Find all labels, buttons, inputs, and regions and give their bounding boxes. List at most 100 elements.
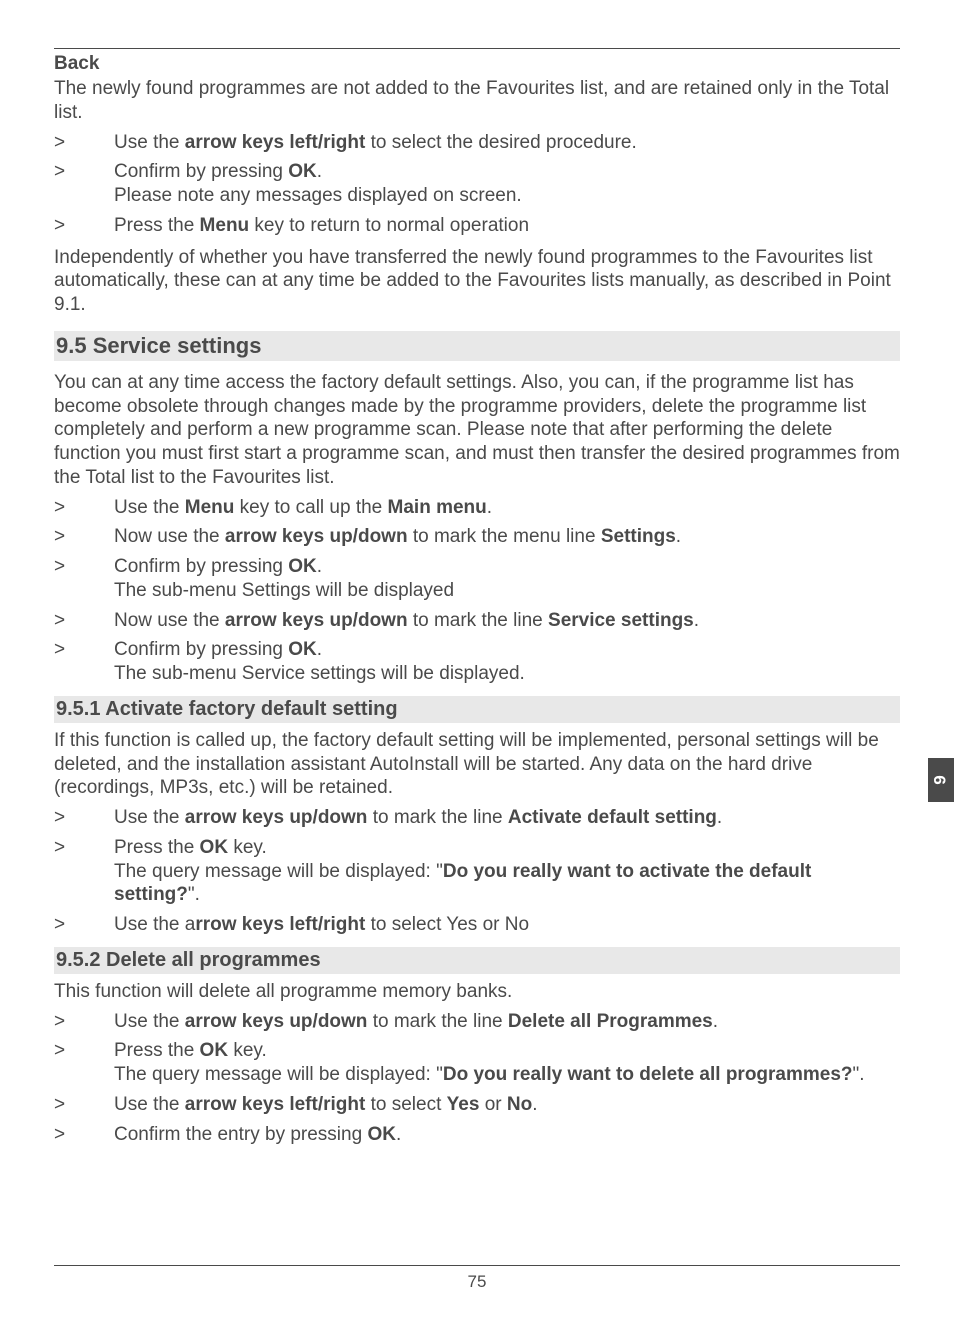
bullet-marker: > bbox=[54, 836, 114, 860]
text: to mark the line bbox=[367, 807, 507, 828]
text: Use the bbox=[114, 1011, 185, 1032]
text: Now use the bbox=[114, 610, 225, 631]
s95-intro: You can at any time access the factory d… bbox=[54, 371, 900, 490]
bullet-marker: > bbox=[54, 638, 114, 662]
bold-text: Yes bbox=[447, 1094, 480, 1115]
text: Confirm by pressing bbox=[114, 161, 288, 182]
bold-text: Menu bbox=[185, 497, 235, 518]
heading-9-5-1: 9.5.1 Activate factory default setting bbox=[54, 696, 900, 723]
text: to select the desired procedure. bbox=[365, 132, 636, 153]
text: Press the bbox=[114, 837, 200, 858]
bullet-marker: > bbox=[54, 1010, 114, 1034]
text: Use the bbox=[114, 132, 185, 153]
s952-intro: This function will delete all programme … bbox=[54, 980, 900, 1004]
bullet-marker: > bbox=[54, 913, 114, 937]
bold-text: arrow keys up/down bbox=[225, 526, 408, 547]
bullet-marker: > bbox=[54, 131, 114, 155]
bullet-text: Confirm the entry by pressing OK. bbox=[114, 1123, 900, 1147]
bold-text: arrow keys left/right bbox=[185, 132, 366, 153]
bullet-text: Confirm by pressing OK. Please note any … bbox=[114, 160, 900, 208]
text: . bbox=[532, 1094, 537, 1115]
bullet-marker: > bbox=[54, 160, 114, 184]
bullet-text: Use the arrow keys left/right to select … bbox=[114, 913, 900, 937]
bullet-text: Now use the arrow keys up/down to mark t… bbox=[114, 525, 900, 549]
text: The query message will be displayed: " bbox=[114, 861, 443, 882]
text: Use the bbox=[114, 807, 185, 828]
list-item: > Use the arrow keys left/right to selec… bbox=[54, 131, 900, 155]
text: key to return to normal operation bbox=[249, 215, 529, 236]
bullet-marker: > bbox=[54, 609, 114, 633]
text: Press the bbox=[114, 1040, 200, 1061]
back-outro: Independently of whether you have transf… bbox=[54, 246, 900, 317]
bullet-marker: > bbox=[54, 1039, 114, 1063]
top-rule bbox=[54, 48, 900, 49]
list-item: > Confirm by pressing OK. Please note an… bbox=[54, 160, 900, 208]
bold-text: OK bbox=[288, 639, 317, 660]
list-item: > Confirm by pressing OK. The sub-menu S… bbox=[54, 638, 900, 686]
heading-9-5: 9.5 Service settings bbox=[54, 331, 900, 361]
bullet-text: Use the arrow keys up/down to mark the l… bbox=[114, 1010, 900, 1034]
bold-text: Activate default setting bbox=[508, 807, 717, 828]
page-number: 75 bbox=[468, 1272, 487, 1291]
bullet-text: Press the OK key. The query message will… bbox=[114, 836, 900, 907]
text: Confirm the entry by pressing bbox=[114, 1124, 367, 1145]
bullet-text: Now use the arrow keys up/down to mark t… bbox=[114, 609, 900, 633]
bullet-marker: > bbox=[54, 806, 114, 830]
text: to select Yes or No bbox=[365, 914, 529, 935]
text: ". bbox=[853, 1064, 865, 1085]
bullet-text: Confirm by pressing OK. The sub-menu Set… bbox=[114, 555, 900, 603]
text: . bbox=[676, 526, 681, 547]
text: . bbox=[713, 1011, 718, 1032]
bold-text: Delete all Programmes bbox=[508, 1011, 713, 1032]
text: . bbox=[317, 161, 322, 182]
s951-intro: If this function is called up, the facto… bbox=[54, 729, 900, 800]
list-item: > Use the arrow keys left/right to selec… bbox=[54, 1093, 900, 1117]
text: . bbox=[317, 639, 322, 660]
bold-text: OK bbox=[200, 837, 229, 858]
text: The sub-menu Service settings will be di… bbox=[114, 663, 525, 684]
bold-text: OK bbox=[288, 556, 317, 577]
list-item: > Press the OK key. The query message wi… bbox=[54, 1039, 900, 1087]
bold-text: Main menu bbox=[388, 497, 487, 518]
text: . bbox=[694, 610, 699, 631]
bold-text: OK bbox=[367, 1124, 396, 1145]
bold-text: No bbox=[507, 1094, 532, 1115]
text: ". bbox=[188, 884, 200, 905]
list-item: > Use the arrow keys up/down to mark the… bbox=[54, 806, 900, 830]
text: Please note any messages displayed on sc… bbox=[114, 185, 522, 206]
list-item: > Press the OK key. The query message wi… bbox=[54, 836, 900, 907]
section-tab-label: 9 bbox=[931, 775, 951, 784]
bullet-text: Confirm by pressing OK. The sub-menu Ser… bbox=[114, 638, 900, 686]
text: or bbox=[479, 1094, 506, 1115]
bold-text: arrow keys up/down bbox=[225, 610, 408, 631]
text: Confirm by pressing bbox=[114, 556, 288, 577]
bullet-text: Use the Menu key to call up the Main men… bbox=[114, 496, 900, 520]
bold-text: Do you really want to delete all program… bbox=[443, 1064, 853, 1085]
text: . bbox=[487, 497, 492, 518]
list-item: > Now use the arrow keys up/down to mark… bbox=[54, 525, 900, 549]
bullet-text: Use the arrow keys left/right to select … bbox=[114, 1093, 900, 1117]
bold-text: Service settings bbox=[548, 610, 694, 631]
bullet-marker: > bbox=[54, 214, 114, 238]
bold-text: arrow keys up/down bbox=[185, 1011, 368, 1032]
bullet-marker: > bbox=[54, 1123, 114, 1147]
bullet-marker: > bbox=[54, 496, 114, 520]
text: to mark the line bbox=[408, 610, 548, 631]
section-tab: 9 bbox=[928, 758, 954, 802]
text: Confirm by pressing bbox=[114, 639, 288, 660]
text: Use the bbox=[114, 1094, 185, 1115]
bullet-marker: > bbox=[54, 525, 114, 549]
text: to select bbox=[365, 1094, 446, 1115]
list-item: > Use the arrow keys up/down to mark the… bbox=[54, 1010, 900, 1034]
text: Use the a bbox=[114, 914, 195, 935]
text: Press the bbox=[114, 215, 200, 236]
bullet-text: Press the Menu key to return to normal o… bbox=[114, 214, 900, 238]
text: key. bbox=[228, 837, 267, 858]
text: to mark the line bbox=[367, 1011, 507, 1032]
bullet-text: Use the arrow keys left/right to select … bbox=[114, 131, 900, 155]
heading-9-5-2: 9.5.2 Delete all programmes bbox=[54, 947, 900, 974]
text: Now use the bbox=[114, 526, 225, 547]
list-item: > Confirm by pressing OK. The sub-menu S… bbox=[54, 555, 900, 603]
bold-text: OK bbox=[200, 1040, 229, 1061]
document-page: Back The newly found programmes are not … bbox=[0, 0, 954, 1330]
